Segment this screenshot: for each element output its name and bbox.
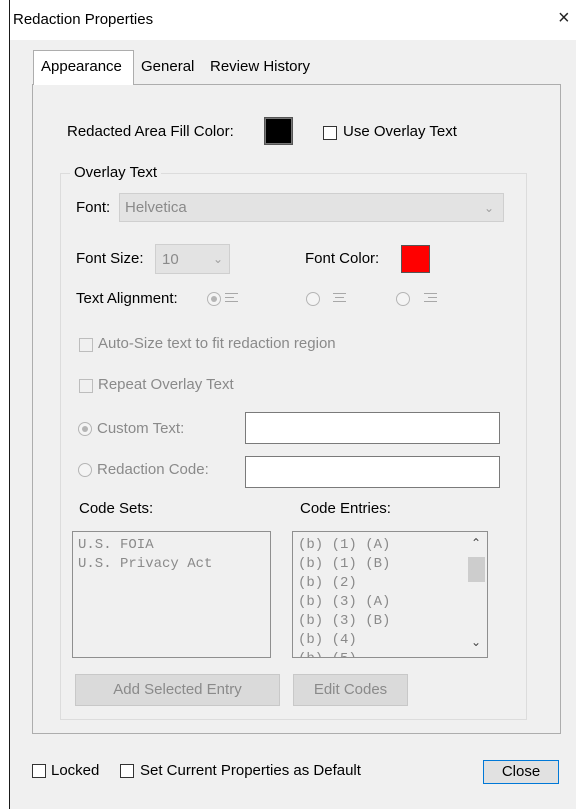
code-entries-list[interactable]: (b) (1) (A) (b) (1) (B) (b) (2) (b) (3) … — [292, 531, 488, 658]
code-entries-scrollbar[interactable]: ⌃ ⌄ — [466, 532, 487, 657]
close-icon[interactable]: × — [558, 8, 570, 28]
chevron-down-icon[interactable]: ⌄ — [471, 635, 481, 649]
use-overlay-label: Use Overlay Text — [343, 123, 457, 140]
title-bar: Redaction Properties × — [10, 0, 576, 40]
code-sets-list[interactable]: U.S. FOIA U.S. Privacy Act — [72, 531, 271, 658]
list-item[interactable]: U.S. Privacy Act — [78, 555, 270, 574]
list-item[interactable]: (b) (1) (A) — [298, 536, 487, 555]
align-center-icon — [333, 293, 346, 304]
align-right-icon — [424, 293, 437, 304]
font-color-swatch[interactable] — [401, 245, 430, 273]
align-center-radio[interactable] — [306, 292, 320, 306]
fill-color-swatch[interactable] — [264, 117, 293, 145]
custom-text-label: Custom Text: — [97, 420, 185, 437]
chevron-up-icon[interactable]: ⌃ — [471, 536, 481, 550]
text-alignment-label: Text Alignment: — [76, 290, 178, 307]
code-entries-label: Code Entries: — [300, 500, 391, 517]
add-selected-entry-button[interactable]: Add Selected Entry — [75, 674, 280, 706]
locked-checkbox[interactable] — [32, 764, 46, 778]
chevron-down-icon: ⌄ — [213, 252, 224, 266]
autosize-label: Auto-Size text to fit redaction region — [98, 335, 336, 352]
custom-text-input[interactable] — [245, 412, 500, 444]
list-item[interactable]: (b) (4) — [298, 631, 487, 650]
custom-text-radio[interactable] — [78, 422, 92, 436]
edit-codes-button[interactable]: Edit Codes — [293, 674, 408, 706]
align-left-icon — [225, 293, 238, 304]
autosize-checkbox[interactable] — [79, 338, 93, 352]
scrollbar-thumb[interactable] — [468, 557, 485, 582]
redaction-code-radio[interactable] — [78, 463, 92, 477]
font-color-label: Font Color: — [305, 250, 380, 267]
code-sets-label: Code Sets: — [79, 500, 154, 517]
tab-review-history[interactable]: Review History — [210, 58, 310, 75]
align-left-radio[interactable] — [207, 292, 221, 306]
list-item[interactable]: (b) (3) (A) — [298, 593, 487, 612]
font-label: Font: — [76, 199, 111, 216]
repeat-overlay-checkbox[interactable] — [79, 379, 93, 393]
repeat-overlay-label: Repeat Overlay Text — [98, 376, 234, 393]
font-select-value: Helvetica — [125, 199, 187, 216]
tab-general[interactable]: General — [141, 58, 194, 75]
font-size-value: 10 — [162, 251, 179, 268]
fill-color-label: Redacted Area Fill Color: — [67, 123, 234, 140]
list-item[interactable]: (b) (2) — [298, 574, 487, 593]
font-size-select[interactable]: 10 ⌄ — [155, 244, 230, 274]
chevron-down-icon: ⌄ — [484, 201, 495, 215]
list-item[interactable]: (b) (5) — [298, 650, 487, 657]
align-right-radio[interactable] — [396, 292, 410, 306]
locked-label: Locked — [51, 762, 100, 779]
redaction-properties-dialog: Redaction Properties × Appearance Genera… — [9, 0, 576, 809]
list-item[interactable]: (b) (1) (B) — [298, 555, 487, 574]
redaction-code-label: Redaction Code: — [97, 461, 209, 478]
set-default-checkbox[interactable] — [120, 764, 134, 778]
list-item[interactable]: (b) (3) (B) — [298, 612, 487, 631]
tab-appearance[interactable]: Appearance — [33, 50, 134, 85]
font-select[interactable]: Helvetica ⌄ — [119, 193, 504, 222]
use-overlay-checkbox[interactable] — [323, 126, 337, 140]
redaction-code-input[interactable] — [245, 456, 500, 488]
set-default-label: Set Current Properties as Default — [140, 762, 361, 779]
overlay-text-legend: Overlay Text — [70, 164, 162, 181]
dialog-title: Redaction Properties — [13, 11, 154, 28]
font-size-label: Font Size: — [76, 250, 144, 267]
list-item[interactable]: U.S. FOIA — [78, 536, 270, 555]
close-button[interactable]: Close — [483, 760, 559, 784]
